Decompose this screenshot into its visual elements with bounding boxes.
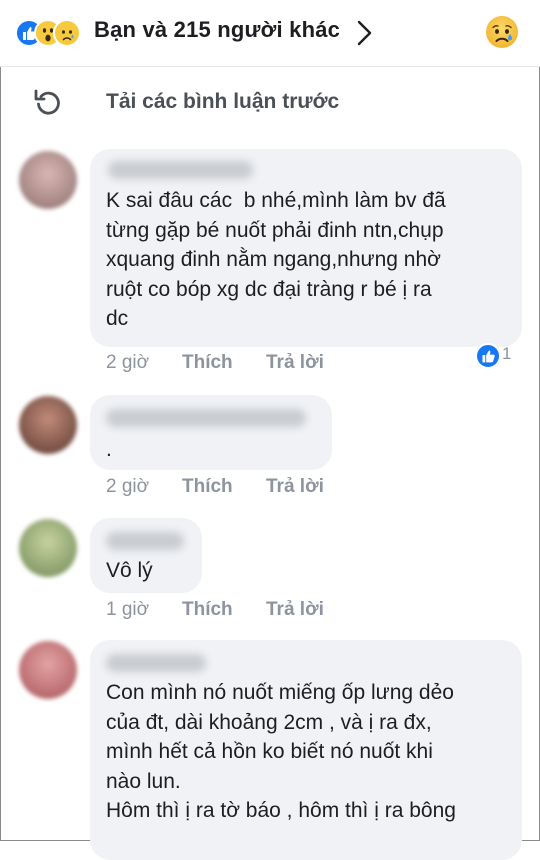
chevron-right-icon[interactable] <box>356 19 374 52</box>
commenter-name[interactable] <box>106 409 306 427</box>
load-previous-comments[interactable]: Tải các bình luận trước <box>0 70 540 132</box>
comment-time[interactable]: 2 giờ <box>106 476 149 498</box>
load-previous-label: Tải các bình luận trước <box>106 90 340 113</box>
commenter-name[interactable] <box>108 161 253 179</box>
sad-reaction-button[interactable] <box>485 15 519 54</box>
avatar[interactable] <box>19 151 77 209</box>
comment-text: Con mình nó nuốt miếng ốp lưng dẻo của đ… <box>106 681 456 822</box>
reply-link[interactable]: Trả lời <box>266 599 324 621</box>
reply-link[interactable]: Trả lời <box>266 352 324 374</box>
sad-icon <box>53 19 81 47</box>
comment-bubble: . <box>90 395 332 470</box>
sad-icon <box>486 16 518 48</box>
like-link[interactable]: Thích <box>182 476 233 498</box>
comment-bubble: K sai đâu các b nhé,mình làm bv đã từng … <box>90 149 522 347</box>
comment-bubble: Con mình nó nuốt miếng ốp lưng dẻo của đ… <box>90 640 522 860</box>
avatar[interactable] <box>19 641 77 699</box>
reply-link[interactable]: Trả lời <box>266 476 324 498</box>
comment-text: Vô lý <box>106 559 153 582</box>
like-count-number: 1 <box>502 344 512 363</box>
reload-icon <box>33 86 63 123</box>
comment-time[interactable]: 2 giờ <box>106 352 149 374</box>
like-icon <box>475 343 501 369</box>
reactions-header[interactable]: Bạn và 215 người khác <box>0 0 540 67</box>
like-link[interactable]: Thích <box>182 352 233 374</box>
commenter-name[interactable] <box>106 654 206 672</box>
avatar[interactable] <box>19 396 77 454</box>
like-link[interactable]: Thích <box>182 599 233 621</box>
comment-time[interactable]: 1 giờ <box>106 599 149 621</box>
reaction-summary[interactable]: Bạn và 215 người khác <box>94 17 340 43</box>
avatar[interactable] <box>19 519 77 577</box>
commenter-name[interactable] <box>106 532 184 550</box>
comment-bubble: Vô lý <box>90 518 202 593</box>
comment-text: K sai đâu các b nhé,mình làm bv đã từng … <box>106 189 446 330</box>
comment-text: . <box>106 438 112 461</box>
